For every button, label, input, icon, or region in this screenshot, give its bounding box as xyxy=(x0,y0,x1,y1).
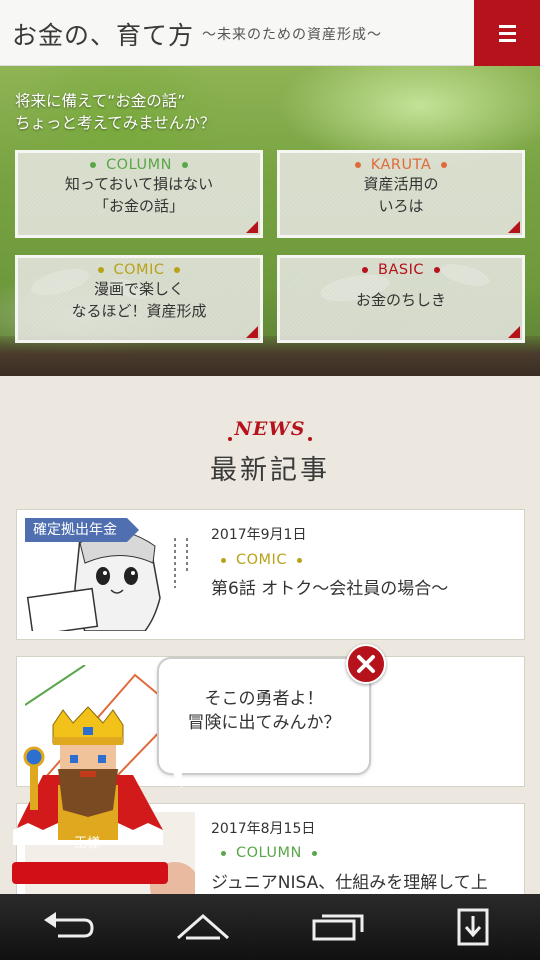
system-navigation-bar xyxy=(0,894,540,960)
home-button[interactable] xyxy=(171,903,235,951)
article-date: 2017年8月15日 xyxy=(211,821,316,837)
category-card-basic[interactable]: BASIC お金のちしき xyxy=(277,255,525,343)
article-title[interactable]: ジュニアNISA、仕組みを理解して上 xyxy=(211,868,488,893)
bubble-text: そこの勇者よ！ 冒険に出てみんか？ xyxy=(187,689,341,733)
menu-button[interactable] xyxy=(474,0,540,66)
site-subtitle: 〜未来のための資産形成〜 xyxy=(202,27,382,43)
article-card[interactable]: 確定拠出年金 2017年9月1日 COMIC 第6話 オトク〜会社員の場合〜 xyxy=(16,509,525,640)
article-category: COLUMN xyxy=(211,845,327,861)
category-tag: COLUMN xyxy=(18,157,260,173)
home-icon xyxy=(176,914,229,940)
category-card-karuta[interactable]: KARUTA 資産活用の いろは xyxy=(277,150,525,238)
hero-text: 将来に備えて“お金の話” ちょっと考えてみませんか？ xyxy=(15,92,216,132)
recent-apps-icon xyxy=(312,914,363,941)
character-label: 王様 xyxy=(74,836,101,851)
recent-apps-button[interactable] xyxy=(306,903,370,951)
popup-action-bar[interactable] xyxy=(12,862,168,884)
back-icon xyxy=(43,912,94,938)
close-icon xyxy=(357,655,375,673)
download-button[interactable] xyxy=(441,903,505,951)
category-tag: KARUTA xyxy=(280,157,522,173)
download-icon xyxy=(457,908,488,946)
site-header: お金の、育て方 〜未来のための資産形成〜 xyxy=(0,0,540,66)
article-badge: 確定拠出年金 xyxy=(25,518,139,542)
news-heading-en: NEWS xyxy=(0,418,540,441)
corner-arrow-icon xyxy=(508,221,520,233)
close-popup-button[interactable] xyxy=(346,644,386,684)
speech-bubble[interactable]: そこの勇者よ！ 冒険に出てみんか？ xyxy=(157,657,371,775)
category-tag: BASIC xyxy=(280,262,522,278)
corner-arrow-icon xyxy=(508,326,520,338)
hero-banner: 将来に備えて“お金の話” ちょっと考えてみませんか？ COLUMN 知っておいて… xyxy=(0,66,540,376)
article-category: COMIC xyxy=(211,552,312,568)
article-title[interactable]: 第6話 オトク〜会社員の場合〜 xyxy=(211,574,448,599)
news-heading: 最新記事 xyxy=(210,455,330,486)
hamburger-icon xyxy=(498,24,516,28)
category-card-column[interactable]: COLUMN 知っておいて損はない 「お金の話」 xyxy=(15,150,263,238)
back-button[interactable] xyxy=(36,903,100,951)
article-date: 2017年9月1日 xyxy=(211,527,307,543)
category-tag: COMIC xyxy=(18,262,260,278)
corner-arrow-icon xyxy=(246,326,258,338)
category-card-comic[interactable]: COMIC 漫画で楽しく なるほど！資産形成 xyxy=(15,255,263,343)
site-title[interactable]: お金の、育て方 xyxy=(12,16,194,52)
article-thumbnail: 確定拠出年金 xyxy=(25,518,195,631)
corner-arrow-icon xyxy=(246,221,258,233)
